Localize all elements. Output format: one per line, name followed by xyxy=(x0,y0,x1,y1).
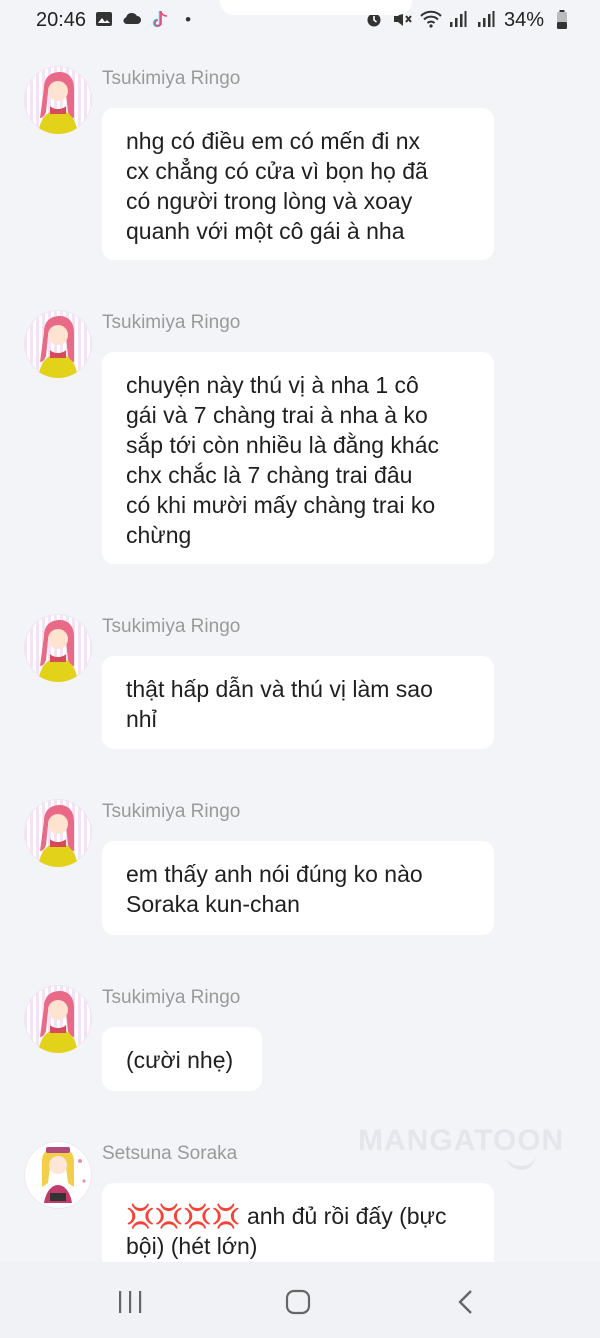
wifi-icon xyxy=(420,10,442,30)
dot-icon: • xyxy=(185,10,192,29)
message-line: có người trong lòng và xoay xyxy=(126,188,413,214)
message-line: gái và 7 chàng trai à nha à ko xyxy=(126,402,428,428)
ringo-avatar[interactable] xyxy=(24,310,92,378)
ringo-avatar[interactable] xyxy=(24,799,92,867)
battery-percent: 34% xyxy=(503,8,544,31)
message-line: sắp tới còn nhiều là đằng khác xyxy=(126,432,440,458)
message-line: em thấy anh nói đúng ko nào xyxy=(126,861,423,887)
watermark-smile xyxy=(506,1152,536,1170)
message-line: bội) (hét lớn) xyxy=(126,1233,258,1259)
sender-name: Setsuna Soraka xyxy=(102,1143,238,1164)
message-line: nhỉ xyxy=(126,706,157,732)
signal-icon xyxy=(448,10,468,30)
cloud-icon xyxy=(122,10,142,30)
message-line: chx chắc là 7 chàng trai đâu xyxy=(126,462,413,488)
sender-name: Tsukimiya Ringo xyxy=(102,616,241,637)
sender-name: Tsukimiya Ringo xyxy=(102,801,241,822)
ringo-avatar[interactable] xyxy=(24,985,92,1053)
sender-name: Tsukimiya Ringo xyxy=(102,312,241,333)
ringo-avatar[interactable] xyxy=(24,66,92,134)
back-icon[interactable] xyxy=(446,1282,486,1322)
ringo-avatar[interactable] xyxy=(24,614,92,682)
message-bubble[interactable]: chuyện này thú vị à nha 1 cô gái và 7 ch… xyxy=(102,352,494,564)
battery-icon xyxy=(552,10,572,30)
clock: 20:46 xyxy=(36,8,87,31)
message-line: 💢💢💢💢 anh đủ rồi đấy (bực xyxy=(126,1203,447,1229)
message-line: chừng xyxy=(126,522,192,548)
recent-apps-icon[interactable] xyxy=(110,1282,150,1322)
message-line: nhg có điều em có mến đi nx xyxy=(126,128,421,154)
message-line: cx chẳng có cửa vì bọn họ đã xyxy=(126,158,428,184)
top-overlay-pill xyxy=(220,0,412,15)
message-line: chuyện này thú vị à nha 1 cô xyxy=(126,372,419,398)
message-line: thật hấp dẫn và thú vị làm sao xyxy=(126,676,433,702)
message-line: có khi mười mấy chàng trai ko xyxy=(126,492,436,518)
sender-name: Tsukimiya Ringo xyxy=(102,987,241,1008)
message-bubble[interactable]: em thấy anh nói đúng ko nào Soraka kun-c… xyxy=(102,841,494,935)
sender-name: Tsukimiya Ringo xyxy=(102,68,241,89)
message-line: Soraka kun-chan xyxy=(126,891,300,917)
message-bubble[interactable]: nhg có điều em có mến đi nx cx chẳng có … xyxy=(102,108,494,260)
signal-icon xyxy=(476,10,496,30)
message-line: quanh với một cô gái à nha xyxy=(126,218,405,244)
navigation-bar xyxy=(0,1262,600,1338)
image-icon xyxy=(94,10,114,30)
tiktok-icon xyxy=(150,10,170,30)
message-bubble[interactable]: thật hấp dẫn và thú vị làm sao nhỉ xyxy=(102,656,494,749)
message-bubble[interactable]: (cười nhẹ) xyxy=(102,1027,262,1091)
home-icon[interactable] xyxy=(278,1282,318,1322)
message-line: (cười nhẹ) xyxy=(126,1047,234,1073)
soraka-avatar[interactable] xyxy=(24,1141,92,1209)
